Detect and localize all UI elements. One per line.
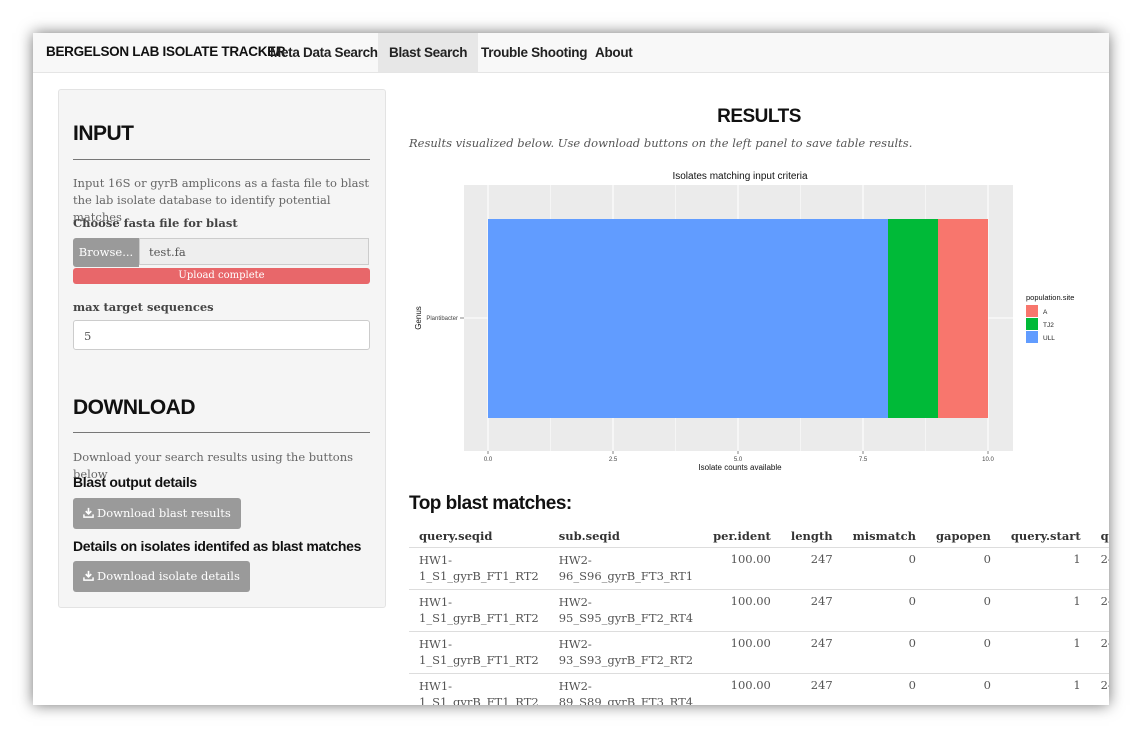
table-cell: HW2- 93_S93_gyrB_FT2_RT2 (548, 631, 704, 674)
y-tick-label: Plantibacter (426, 316, 458, 322)
download-heading: DOWNLOAD (73, 396, 195, 419)
legend-label: ULL (1043, 335, 1055, 342)
table-body: HW1- 1_S1_gyrB_FT1_RT2 HW2- 96_S96_gyrB_FT3… (409, 547, 1109, 705)
app-window: BERGELSON LAB ISOLATE TRACKER Meta Data … (33, 33, 1109, 705)
blast-results-table: query.seqid sub.seqid per.ident length m… (409, 525, 1109, 705)
table-row[interactable]: HW1- 1_S1_gyrB_FT1_RT2 HW2- 89_S89_gyrB_FT3… (409, 673, 1109, 705)
x-tick-label: 2.5 (609, 457, 618, 463)
table-cell: 0 (842, 631, 926, 674)
file-input-label: Choose fasta file for blast (73, 216, 238, 230)
table-cell: 247 (780, 589, 843, 632)
download-blast-results-button[interactable]: Download blast results (73, 498, 241, 529)
legend-title: population.site (1026, 293, 1074, 302)
max-target-input[interactable]: 5 (73, 320, 370, 350)
table-row[interactable]: HW1- 1_S1_gyrB_FT1_RT2 HW2- 93_S93_gyrB_FT2… (409, 631, 1109, 674)
legend-label: TJ2 (1043, 322, 1054, 329)
results-chart: Isolates matching input criteria0.0 2.5 5.… (414, 171, 1074, 472)
col-length[interactable]: length (780, 525, 843, 548)
file-name-field[interactable]: test.fa (139, 238, 369, 265)
col-query-seqid[interactable]: query.seqid (409, 525, 549, 548)
download-isolate-details-button[interactable]: Download isolate details (73, 561, 250, 592)
table-cell: 0 (842, 547, 926, 590)
input-divider (73, 159, 370, 160)
table-cell: 24 (1090, 673, 1109, 705)
col-query-end[interactable]: query.en (1090, 525, 1109, 548)
col-gapopen[interactable]: gapopen (925, 525, 1001, 548)
blast-output-label: Blast output details (73, 474, 197, 490)
x-tick-label: 0.0 (484, 457, 493, 463)
table-cell: 0 (925, 547, 1001, 590)
table-cell: HW2- 96_S96_gyrB_FT3_RT1 (548, 547, 704, 590)
max-target-label: max target sequences (73, 300, 214, 314)
table-cell: 24 (1090, 589, 1109, 632)
table-cell: 0 (842, 673, 926, 705)
table-cell: 1 (1000, 673, 1091, 705)
sidebar-panel: INPUT Input 16S or gyrB amplicons as a f… (58, 89, 386, 608)
legend-key-ull (1026, 331, 1038, 343)
legend-key-a (1026, 305, 1038, 317)
col-mismatch[interactable]: mismatch (842, 525, 926, 548)
col-sub-seqid[interactable]: sub.seqid (548, 525, 704, 548)
legend-key-tj2 (1026, 318, 1038, 330)
browse-button[interactable]: Browse... (73, 238, 139, 267)
download-icon (83, 570, 94, 581)
table-cell: HW1- 1_S1_gyrB_FT1_RT2 (409, 631, 549, 674)
tab-meta-data-search[interactable]: Meta Data Search (259, 33, 389, 72)
tab-trouble-shooting[interactable]: Trouble Shooting (470, 33, 598, 72)
table-cell: 1 (1000, 589, 1091, 632)
table-cell: HW2- 89_S89_gyrB_FT3_RT4 (548, 673, 704, 705)
download-isolate-details-label: Download isolate details (97, 569, 240, 583)
table-header-row: query.seqid sub.seqid per.ident length m… (409, 525, 1109, 548)
bar-ull (488, 219, 888, 418)
download-icon (83, 507, 94, 518)
x-tick-label: 10.0 (982, 457, 994, 463)
table-cell: 247 (780, 547, 843, 590)
table-cell: 247 (780, 673, 843, 705)
table-cell: HW1- 1_S1_gyrB_FT1_RT2 (409, 547, 549, 590)
table-cell: 100.00 (703, 547, 781, 590)
table-cell: 1 (1000, 631, 1091, 674)
results-subtitle: Results visualized below. Use download b… (409, 136, 913, 150)
table-cell: 100.00 (703, 673, 781, 705)
x-tick-label: 7.5 (859, 457, 868, 463)
table-row[interactable]: HW1- 1_S1_gyrB_FT1_RT2 HW2- 96_S96_gyrB_FT3… (409, 547, 1109, 590)
input-heading: INPUT (73, 122, 134, 145)
table-cell: 0 (925, 589, 1001, 632)
table-cell: 1 (1000, 547, 1091, 590)
col-per-ident[interactable]: per.ident (703, 525, 781, 548)
navbar: BERGELSON LAB ISOLATE TRACKER Meta Data … (33, 33, 1109, 73)
table-cell: 0 (925, 673, 1001, 705)
isolate-details-label: Details on isolates identifed as blast m… (73, 538, 362, 554)
results-title: RESULTS (717, 106, 801, 127)
legend-label: A (1043, 309, 1048, 316)
x-axis-label: Isolate counts available (698, 463, 782, 472)
col-query-start[interactable]: query.start (1000, 525, 1091, 548)
table-cell: 100.00 (703, 631, 781, 674)
table-cell: 24 (1090, 631, 1109, 674)
table-row[interactable]: HW1- 1_S1_gyrB_FT1_RT2 HW2- 95_S95_gyrB_FT2… (409, 589, 1109, 632)
upload-progress-bar: Upload complete (73, 268, 370, 284)
download-divider (73, 432, 370, 433)
table-cell: 247 (780, 631, 843, 674)
bar-tj2 (888, 219, 938, 418)
table-cell: 24 (1090, 547, 1109, 590)
app-brand[interactable]: BERGELSON LAB ISOLATE TRACKER (46, 44, 286, 59)
table-cell: 0 (925, 631, 1001, 674)
bar-a (938, 219, 988, 418)
table-cell: HW1- 1_S1_gyrB_FT1_RT2 (409, 673, 549, 705)
tab-blast-search[interactable]: Blast Search (378, 33, 479, 72)
download-blast-results-label: Download blast results (97, 506, 231, 520)
y-axis-label: Genus (414, 306, 423, 330)
table-cell: HW2- 95_S95_gyrB_FT2_RT4 (548, 589, 704, 632)
table-cell: 100.00 (703, 589, 781, 632)
table-cell: HW1- 1_S1_gyrB_FT1_RT2 (409, 589, 549, 632)
blast-table-title: Top blast matches: (409, 493, 572, 514)
tab-about[interactable]: About (584, 33, 643, 72)
chart-title: Isolates matching input criteria (672, 171, 808, 182)
table-cell: 0 (842, 589, 926, 632)
